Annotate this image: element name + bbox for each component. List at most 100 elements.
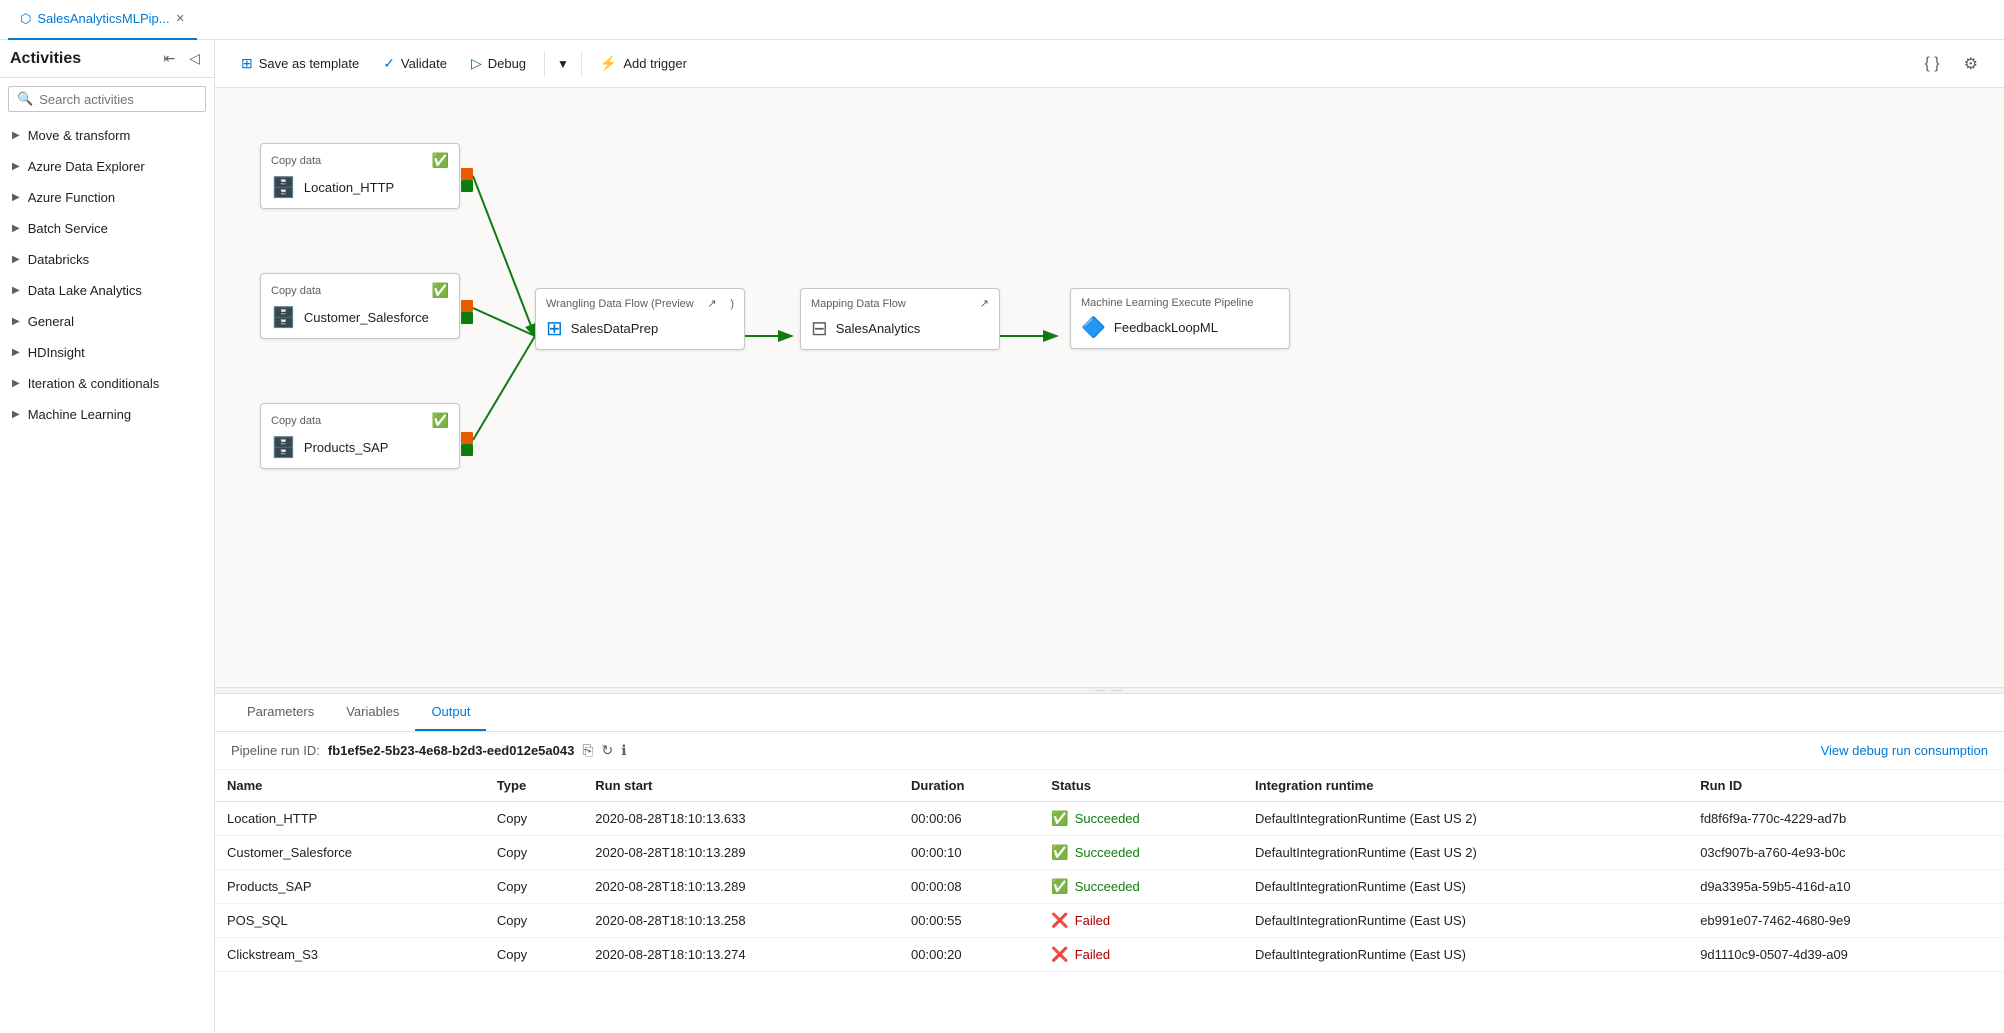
- table-row[interactable]: Products_SAP Copy 2020-08-28T18:10:13.28…: [215, 870, 2004, 904]
- node-name: FeedbackLoopML: [1114, 320, 1218, 335]
- cell-run-start: 2020-08-28T18:10:13.274: [583, 938, 899, 972]
- search-input[interactable]: [39, 92, 215, 107]
- add-trigger-button[interactable]: ⚡ Add trigger: [590, 49, 697, 78]
- output-panel: Parameters Variables Output Pipeline run…: [215, 693, 2004, 1033]
- tab-output[interactable]: Output: [415, 694, 486, 731]
- sidebar-item-general[interactable]: ▶ General: [0, 306, 214, 337]
- refresh-icon[interactable]: ↻: [602, 742, 614, 759]
- status-cell: ✅Succeeded: [1039, 870, 1243, 904]
- tab-close-button[interactable]: ✕: [176, 12, 185, 25]
- node-sales-analytics[interactable]: Mapping Data Flow ↗ ⊟ SalesAnalytics: [800, 288, 1000, 350]
- save-template-icon: ⊞: [241, 55, 253, 72]
- view-debug-link[interactable]: View debug run consumption: [1821, 743, 1988, 758]
- sidebar-item-iteration-conditionals[interactable]: ▶ Iteration & conditionals: [0, 368, 214, 399]
- database-icon: 🗄️: [271, 175, 296, 200]
- table-row[interactable]: POS_SQL Copy 2020-08-28T18:10:13.258 00:…: [215, 904, 2004, 938]
- sidebar-pin-button[interactable]: ◁: [185, 48, 204, 69]
- search-box[interactable]: 🔍: [8, 86, 206, 112]
- node-location-http[interactable]: Copy data ✅ 🗄️ Location_HTTP: [260, 143, 460, 209]
- chevron-icon: ▶: [12, 409, 20, 420]
- cell-run-start: 2020-08-28T18:10:13.633: [583, 802, 899, 836]
- debug-dropdown-button[interactable]: ▼: [553, 51, 573, 77]
- copy-id-icon[interactable]: ⎘: [582, 742, 593, 759]
- sidebar-item-azure-function[interactable]: ▶ Azure Function: [0, 182, 214, 213]
- cell-type: Copy: [485, 802, 583, 836]
- cell-duration: 00:00:06: [899, 802, 1039, 836]
- settings-button[interactable]: ⚙: [1954, 48, 1988, 80]
- cell-run-id: fd8f6f9a-770c-4229-ad7b: [1688, 802, 2004, 836]
- pipeline-tab[interactable]: ⬡ SalesAnalyticsMLPip... ✕: [8, 0, 197, 40]
- chevron-icon: ▶: [12, 254, 20, 265]
- pipeline-run-id-label: Pipeline run ID:: [231, 743, 320, 758]
- sidebar-collapse-button[interactable]: ⇤: [159, 48, 179, 69]
- sidebar-item-machine-learning[interactable]: ▶ Machine Learning: [0, 399, 214, 430]
- cell-duration: 00:00:55: [899, 904, 1039, 938]
- output-table-container[interactable]: Name Type Run start Duration Status Inte…: [215, 770, 2004, 1033]
- output-table: Name Type Run start Duration Status Inte…: [215, 770, 2004, 972]
- node-name: Location_HTTP: [304, 180, 394, 195]
- node-type-label: Machine Learning Execute Pipeline: [1081, 297, 1253, 309]
- cell-duration: 00:00:10: [899, 836, 1039, 870]
- col-run-id: Run ID: [1688, 770, 2004, 802]
- pipeline-tab-icon: ⬡: [20, 11, 31, 27]
- table-header-row: Name Type Run start Duration Status Inte…: [215, 770, 2004, 802]
- sidebar-item-batch-service[interactable]: ▶ Batch Service: [0, 213, 214, 244]
- chevron-icon: ▶: [12, 130, 20, 141]
- pipeline-tab-title: SalesAnalyticsMLPip...: [37, 11, 169, 26]
- tab-variables[interactable]: Variables: [330, 694, 415, 731]
- node-products-sap[interactable]: Copy data ✅ 🗄️ Products_SAP: [260, 403, 460, 469]
- sidebar-item-label: Iteration & conditionals: [28, 376, 160, 391]
- sidebar-item-azure-data-explorer[interactable]: ▶ Azure Data Explorer: [0, 151, 214, 182]
- info-icon[interactable]: ℹ: [621, 742, 626, 759]
- col-integration-runtime: Integration runtime: [1243, 770, 1688, 802]
- node-sales-data-prep[interactable]: Wrangling Data Flow (Preview ↗ ) ⊞ Sales…: [535, 288, 745, 350]
- cell-run-start: 2020-08-28T18:10:13.289: [583, 870, 899, 904]
- cell-integration-runtime: DefaultIntegrationRuntime (East US 2): [1243, 836, 1688, 870]
- sidebar-item-hdinsight[interactable]: ▶ HDInsight: [0, 337, 214, 368]
- table-row[interactable]: Clickstream_S3 Copy 2020-08-28T18:10:13.…: [215, 938, 2004, 972]
- pipeline-run-id-value: fb1ef5e2-5b23-4e68-b2d3-eed012e5a043: [328, 743, 574, 758]
- node-customer-salesforce[interactable]: Copy data ✅ 🗄️ Customer_Salesforce: [260, 273, 460, 339]
- validate-label: Validate: [401, 56, 447, 71]
- content-area: ⊞ Save as template ✓ Validate ▷ Debug ▼ …: [215, 40, 2004, 1033]
- pipeline-canvas[interactable]: Copy data ✅ 🗄️ Location_HTTP Copy data ✅…: [215, 88, 2004, 687]
- sidebar-item-label: HDInsight: [28, 345, 85, 360]
- cell-duration: 00:00:08: [899, 870, 1039, 904]
- pipeline-connections: [215, 88, 2004, 687]
- sidebar-item-label: Machine Learning: [28, 407, 131, 422]
- table-row[interactable]: Location_HTTP Copy 2020-08-28T18:10:13.6…: [215, 802, 2004, 836]
- validate-icon: ✓: [383, 55, 395, 72]
- debug-button[interactable]: ▷ Debug: [461, 49, 536, 78]
- cell-name: Location_HTTP: [215, 802, 485, 836]
- success-icon: ✅: [1051, 810, 1068, 827]
- node-feedback-loop-ml[interactable]: Machine Learning Execute Pipeline 🔷 Feed…: [1070, 288, 1290, 349]
- node-type-label: Copy data: [271, 155, 321, 167]
- success-icon: ✅: [1051, 878, 1068, 895]
- validate-button[interactable]: ✓ Validate: [373, 49, 457, 78]
- node-name: SalesAnalytics: [836, 321, 921, 336]
- sidebar-controls: ⇤ ◁: [159, 48, 204, 69]
- cell-name: Products_SAP: [215, 870, 485, 904]
- save-as-template-label: Save as template: [259, 56, 359, 71]
- sidebar-item-label: Move & transform: [28, 128, 131, 143]
- external-link-icon[interactable]: ↗: [707, 297, 716, 310]
- sidebar-item-databricks[interactable]: ▶ Databricks: [0, 244, 214, 275]
- node-type-label: Copy data: [271, 285, 321, 297]
- success-badge: ✅: [432, 152, 449, 169]
- sidebar-item-move-transform[interactable]: ▶ Move & transform: [0, 120, 214, 151]
- cell-run-start: 2020-08-28T18:10:13.289: [583, 836, 899, 870]
- sidebar-item-label: Azure Data Explorer: [28, 159, 145, 174]
- table-row[interactable]: Customer_Salesforce Copy 2020-08-28T18:1…: [215, 836, 2004, 870]
- sidebar-item-data-lake-analytics[interactable]: ▶ Data Lake Analytics: [0, 275, 214, 306]
- database-icon: 🗄️: [271, 435, 296, 460]
- col-type: Type: [485, 770, 583, 802]
- code-view-button[interactable]: { }: [1915, 49, 1950, 79]
- output-tabs: Parameters Variables Output: [215, 694, 2004, 732]
- cell-type: Copy: [485, 870, 583, 904]
- database-icon: 🗄️: [271, 305, 296, 330]
- status-cell: ✅Succeeded: [1039, 836, 1243, 870]
- save-as-template-button[interactable]: ⊞ Save as template: [231, 49, 369, 78]
- external-link-icon[interactable]: ↗: [980, 297, 989, 310]
- dataflow-icon: ⊟: [811, 316, 828, 341]
- tab-parameters[interactable]: Parameters: [231, 694, 330, 731]
